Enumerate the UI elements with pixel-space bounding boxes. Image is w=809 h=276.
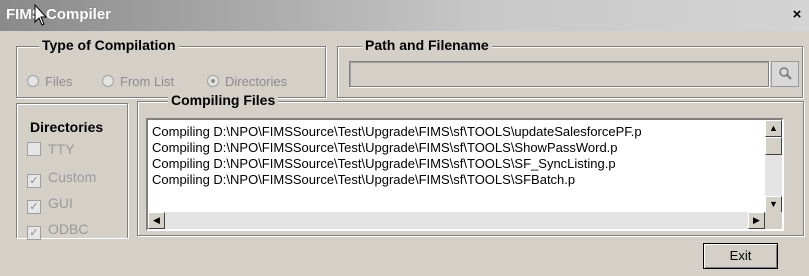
checkbox-tty-label: TTY [48, 141, 75, 157]
radio-directories[interactable]: Directories [207, 74, 287, 89]
compilation-type-group: Type of Compilation Files From List Dire… [16, 37, 326, 98]
scroll-up-button[interactable]: ▲ [765, 120, 782, 137]
search-icon [779, 67, 792, 80]
vertical-scrollbar[interactable]: ▲ ▼ [765, 120, 782, 213]
window-title: FIMS Compiler [6, 6, 112, 23]
scroll-down-button[interactable]: ▼ [765, 196, 782, 213]
compiling-files-list[interactable]: Compiling D:\NPO\FIMSSource\Test\Upgrade… [146, 118, 784, 231]
mouse-cursor-icon [34, 4, 48, 26]
radio-files-label: Files [45, 74, 73, 89]
checkbox-custom[interactable]: ✓ Custom [27, 169, 96, 188]
checkbox-tty-box[interactable] [27, 142, 41, 156]
compiling-files-label: Compiling Files [168, 92, 279, 108]
radio-from-list-indicator[interactable] [102, 75, 114, 87]
close-button[interactable]: × [789, 7, 805, 23]
browse-button[interactable] [771, 61, 799, 87]
checkbox-custom-box[interactable]: ✓ [27, 174, 41, 188]
directories-label: Directories [30, 119, 104, 135]
scrollbar-corner [765, 212, 782, 229]
list-item: Compiling D:\NPO\FIMSSource\Test\Upgrade… [152, 124, 642, 139]
title-bar[interactable]: FIMS Compiler × [0, 0, 809, 31]
checkbox-odbc[interactable]: ✓ ODBC [27, 221, 88, 240]
list-item: Compiling D:\NPO\FIMSSource\Test\Upgrade… [152, 172, 576, 187]
radio-directories-indicator[interactable] [207, 75, 219, 87]
fims-compiler-window: FIMS Compiler × Type of Compilation File… [0, 0, 809, 276]
scroll-right-button[interactable]: ▶ [748, 212, 765, 229]
scroll-left-button[interactable]: ◀ [148, 212, 165, 229]
radio-files-indicator[interactable] [27, 75, 39, 87]
radio-files[interactable]: Files [27, 74, 72, 89]
radio-from-list[interactable]: From List [102, 74, 174, 89]
path-label: Path and Filename [362, 37, 492, 53]
list-item: Compiling D:\NPO\FIMSSource\Test\Upgrade… [152, 156, 616, 171]
compiling-files-group: Compiling Files Compiling D:\NPO\FIMSSou… [137, 92, 804, 236]
horizontal-scrollbar[interactable]: ◀ ▶ [148, 212, 765, 229]
checkbox-tty[interactable]: TTY [27, 141, 74, 157]
compilation-type-label: Type of Compilation [39, 37, 179, 53]
checkbox-odbc-label: ODBC [48, 221, 89, 237]
checkbox-odbc-box[interactable]: ✓ [27, 226, 41, 240]
checkbox-gui-box[interactable]: ✓ [27, 200, 41, 214]
checkbox-gui[interactable]: ✓ GUI [27, 195, 73, 214]
path-group: Path and Filename [337, 37, 803, 98]
checkbox-gui-label: GUI [48, 195, 73, 211]
list-item: Compiling D:\NPO\FIMSSource\Test\Upgrade… [152, 140, 618, 155]
exit-button[interactable]: Exit [703, 243, 778, 269]
checkbox-custom-label: Custom [48, 169, 97, 185]
vertical-scroll-thumb[interactable] [765, 137, 782, 155]
radio-directories-label: Directories [225, 74, 288, 89]
directories-group: Directories TTY ✓ Custom ✓ GUI ✓ ODBC [16, 103, 128, 240]
path-input[interactable] [349, 61, 769, 87]
radio-from-list-label: From List [120, 74, 175, 89]
